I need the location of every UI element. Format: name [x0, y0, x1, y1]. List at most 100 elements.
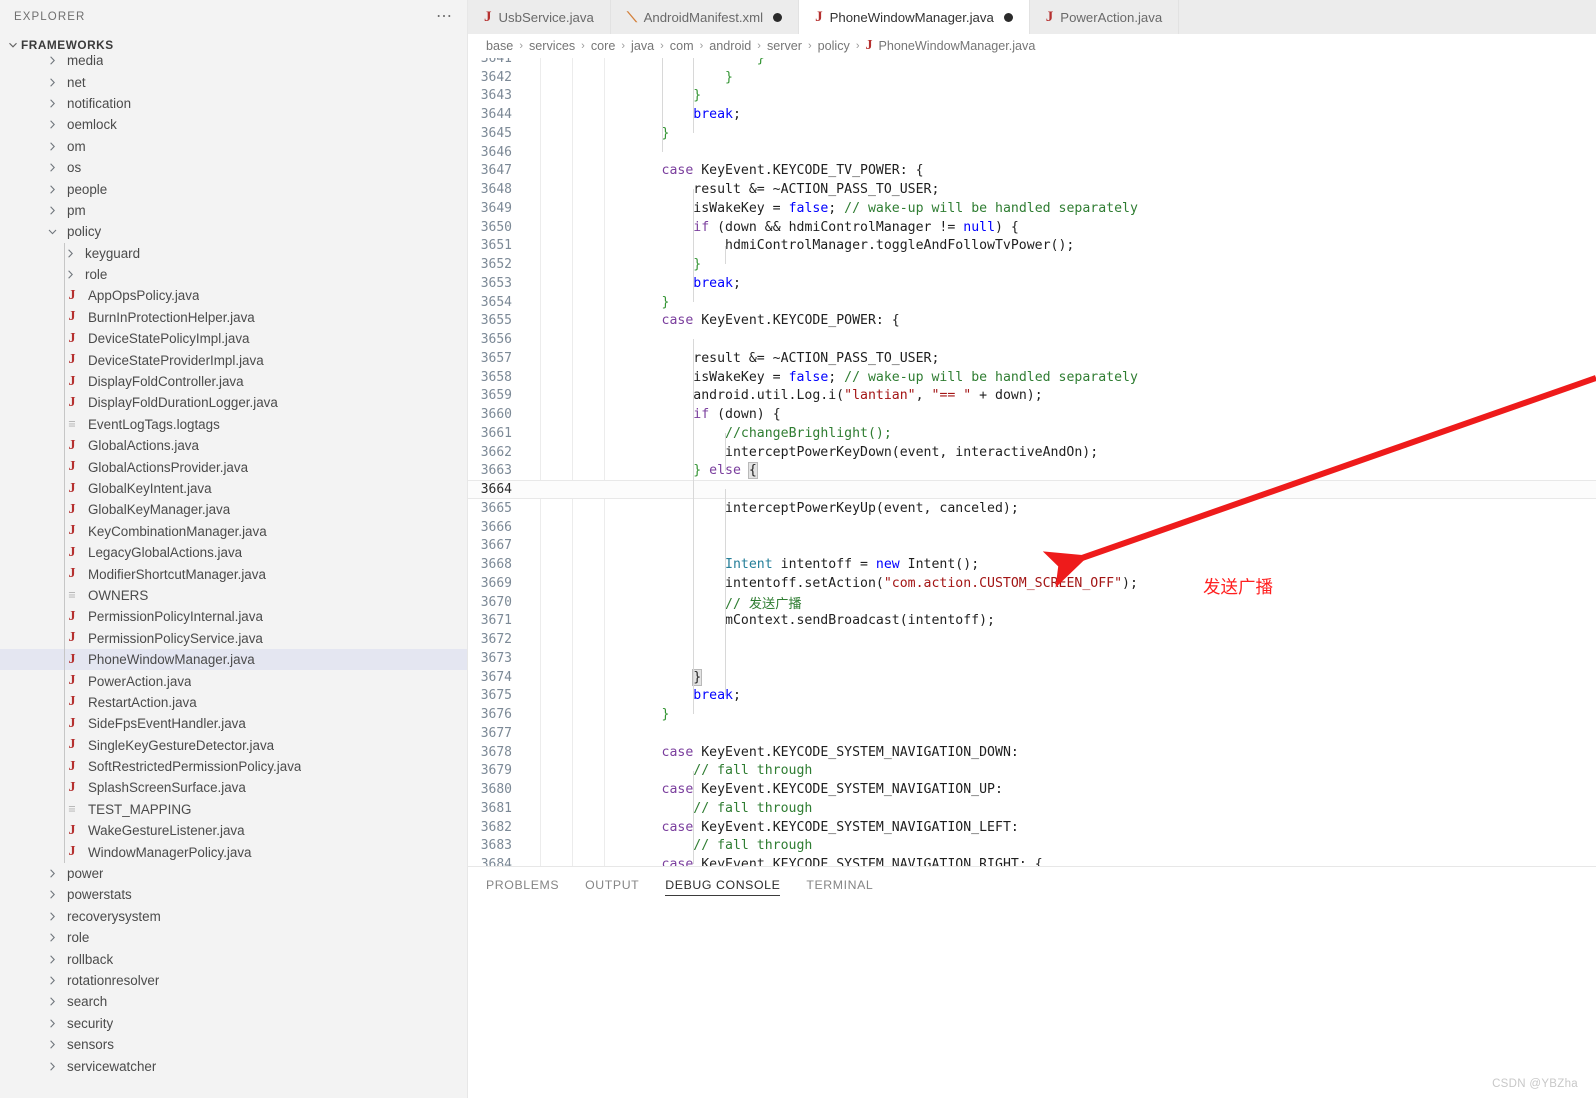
tree-file-DeviceStatePolicyImpl.java[interactable]: J DeviceStatePolicyImpl.java	[0, 328, 467, 349]
breadcrumb-file[interactable]: J PhoneWindowManager.java	[866, 38, 1036, 54]
breadcrumb-item-android[interactable]: android	[709, 39, 751, 53]
code-line-3676[interactable]: 3676 }	[468, 705, 1596, 724]
code-line-3669[interactable]: 3669 intentoff.setAction("com.action.CUS…	[468, 574, 1596, 593]
code-line-3644[interactable]: 3644 break;	[468, 105, 1596, 124]
unsaved-indicator-icon[interactable]	[1003, 12, 1013, 22]
code-line-3659[interactable]: 3659 android.util.Log.i("lantian", "== "…	[468, 387, 1596, 406]
code-line-3661[interactable]: 3661 //changeBrighlight();	[468, 424, 1596, 443]
panel-tab-debug-console[interactable]: DEBUG CONSOLE	[665, 867, 781, 903]
tree-folder-power[interactable]: power	[0, 863, 467, 884]
code-line-3683[interactable]: 3683 // fall through	[468, 837, 1596, 856]
code-line-3650[interactable]: 3650 if (down && hdmiControlManager != n…	[468, 218, 1596, 237]
panel-tab-terminal[interactable]: TERMINAL	[806, 867, 873, 903]
tree-folder-oemlock[interactable]: oemlock	[0, 114, 467, 135]
tree-file-TEST_MAPPING[interactable]: ≡ TEST_MAPPING	[0, 799, 467, 820]
code-line-3652[interactable]: 3652 }	[468, 255, 1596, 274]
code-line-3662[interactable]: 3662 interceptPowerKeyDown(event, intera…	[468, 443, 1596, 462]
code-line-3646[interactable]: 3646	[468, 143, 1596, 162]
code-line-3668[interactable]: 3668 Intent intentoff = new Intent();	[468, 555, 1596, 574]
tree-folder-role[interactable]: role	[0, 927, 467, 948]
editor-tab-PowerAction.java[interactable]: J PowerAction.java	[1029, 0, 1180, 34]
code-line-3671[interactable]: 3671 mContext.sendBroadcast(intentoff);	[468, 612, 1596, 631]
tree-folder-om[interactable]: om	[0, 136, 467, 157]
panel-tab-output[interactable]: OUTPUT	[585, 867, 639, 903]
code-line-3643[interactable]: 3643 }	[468, 87, 1596, 106]
tree-folder-keyguard[interactable]: keyguard	[0, 243, 467, 264]
tree-folder-notification[interactable]: notification	[0, 93, 467, 114]
code-line-3654[interactable]: 3654 }	[468, 293, 1596, 312]
code-line-3682[interactable]: 3682 case KeyEvent.KEYCODE_SYSTEM_NAVIGA…	[468, 818, 1596, 837]
tree-file-RestartAction.java[interactable]: J RestartAction.java	[0, 692, 467, 713]
tree-folder-servicewatcher[interactable]: servicewatcher	[0, 1055, 467, 1076]
tree-file-GlobalKeyIntent.java[interactable]: J GlobalKeyIntent.java	[0, 478, 467, 499]
tree-file-AppOpsPolicy.java[interactable]: J AppOpsPolicy.java	[0, 285, 467, 306]
file-tree[interactable]: media net notification oemlock om os people pm p…	[0, 50, 467, 1077]
code-line-3642[interactable]: 3642 }	[468, 68, 1596, 87]
tree-folder-net[interactable]: net	[0, 71, 467, 92]
code-line-3656[interactable]: 3656	[468, 330, 1596, 349]
breadcrumb-item-base[interactable]: base	[486, 39, 513, 53]
tree-folder-rotationresolver[interactable]: rotationresolver	[0, 970, 467, 991]
unsaved-indicator-icon[interactable]	[773, 12, 783, 22]
tree-file-PermissionPolicyService.java[interactable]: J PermissionPolicyService.java	[0, 628, 467, 649]
tree-file-GlobalKeyManager.java[interactable]: J GlobalKeyManager.java	[0, 499, 467, 520]
tree-file-SoftRestrictedPermissionPolicy.java[interactable]: J SoftRestrictedPermissionPolicy.java	[0, 756, 467, 777]
editor-tab-PhoneWindowManager.java[interactable]: J PhoneWindowManager.java	[799, 0, 1030, 34]
code-line-3677[interactable]: 3677	[468, 724, 1596, 743]
code-line-3657[interactable]: 3657 result &= ~ACTION_PASS_TO_USER;	[468, 349, 1596, 368]
code-line-3655[interactable]: 3655 case KeyEvent.KEYCODE_POWER: {	[468, 312, 1596, 331]
tree-file-WakeGestureListener.java[interactable]: J WakeGestureListener.java	[0, 820, 467, 841]
code-line-3651[interactable]: 3651 hdmiControlManager.toggleAndFollowT…	[468, 237, 1596, 256]
tree-folder-rollback[interactable]: rollback	[0, 948, 467, 969]
code-line-3665[interactable]: 3665 interceptPowerKeyUp(event, canceled…	[468, 499, 1596, 518]
tree-folder-sensors[interactable]: sensors	[0, 1034, 467, 1055]
tree-file-PermissionPolicyInternal.java[interactable]: J PermissionPolicyInternal.java	[0, 606, 467, 627]
panel-tab-problems[interactable]: PROBLEMS	[486, 867, 559, 903]
tree-file-BurnInProtectionHelper.java[interactable]: J BurnInProtectionHelper.java	[0, 307, 467, 328]
code-line-3674[interactable]: 3674 }	[468, 668, 1596, 687]
tree-folder-security[interactable]: security	[0, 1013, 467, 1034]
code-line-3672[interactable]: 3672	[468, 630, 1596, 649]
code-line-3645[interactable]: 3645 }	[468, 124, 1596, 143]
code-line-3663[interactable]: 3663 } else {	[468, 462, 1596, 481]
code-line-3647[interactable]: 3647 case KeyEvent.KEYCODE_TV_POWER: {	[468, 162, 1596, 181]
tree-file-GlobalActionsProvider.java[interactable]: J GlobalActionsProvider.java	[0, 456, 467, 477]
code-line-3678[interactable]: 3678 case KeyEvent.KEYCODE_SYSTEM_NAVIGA…	[468, 743, 1596, 762]
tree-file-SideFpsEventHandler.java[interactable]: J SideFpsEventHandler.java	[0, 713, 467, 734]
tree-file-DeviceStateProviderImpl.java[interactable]: J DeviceStateProviderImpl.java	[0, 349, 467, 370]
tree-folder-role[interactable]: role	[0, 264, 467, 285]
tree-file-SplashScreenSurface.java[interactable]: J SplashScreenSurface.java	[0, 777, 467, 798]
ellipsis-icon[interactable]: ⋯	[436, 9, 453, 25]
code-line-3670[interactable]: 3670 // 发送广播	[468, 593, 1596, 612]
code-editor[interactable]: 3641 } 3642 } 3643 } 3644 break; 3645 } 3646 3…	[468, 58, 1596, 866]
code-line-3666[interactable]: 3666	[468, 518, 1596, 537]
tree-folder-os[interactable]: os	[0, 157, 467, 178]
code-line-3675[interactable]: 3675 break;	[468, 687, 1596, 706]
tree-file-GlobalActions.java[interactable]: J GlobalActions.java	[0, 435, 467, 456]
breadcrumb-item-server[interactable]: server	[767, 39, 802, 53]
tree-file-KeyCombinationManager.java[interactable]: J KeyCombinationManager.java	[0, 521, 467, 542]
code-line-3680[interactable]: 3680 case KeyEvent.KEYCODE_SYSTEM_NAVIGA…	[468, 780, 1596, 799]
breadcrumb-item-policy[interactable]: policy	[818, 39, 850, 53]
code-line-3653[interactable]: 3653 break;	[468, 274, 1596, 293]
code-line-3684[interactable]: 3684 case KeyEvent.KEYCODE_SYSTEM_NAVIGA…	[468, 855, 1596, 866]
editor-tab-UsbService.java[interactable]: J UsbService.java	[468, 0, 611, 34]
editor-tab-AndroidManifest.xml[interactable]: ⟋ AndroidManifest.xml	[610, 0, 800, 34]
code-line-3641[interactable]: 3641 }	[468, 58, 1596, 68]
code-line-3660[interactable]: 3660 if (down) {	[468, 405, 1596, 424]
code-line-3658[interactable]: 3658 isWakeKey = false; // wake-up will …	[468, 368, 1596, 387]
code-line-3649[interactable]: 3649 isWakeKey = false; // wake-up will …	[468, 199, 1596, 218]
code-line-3664[interactable]: 3664	[468, 480, 1596, 499]
code-content[interactable]: 3641 } 3642 } 3643 } 3644 break; 3645 } 3646 3…	[468, 58, 1596, 866]
tree-file-SingleKeyGestureDetector.java[interactable]: J SingleKeyGestureDetector.java	[0, 735, 467, 756]
tree-file-PhoneWindowManager.java[interactable]: J PhoneWindowManager.java	[0, 648, 467, 671]
tree-folder-powerstats[interactable]: powerstats	[0, 884, 467, 905]
code-line-3667[interactable]: 3667	[468, 537, 1596, 556]
breadcrumb-item-java[interactable]: java	[631, 39, 654, 53]
breadcrumb-item-com[interactable]: com	[670, 39, 694, 53]
tree-folder-recoverysystem[interactable]: recoverysystem	[0, 906, 467, 927]
code-line-3681[interactable]: 3681 // fall through	[468, 799, 1596, 818]
tree-file-ModifierShortcutManager.java[interactable]: J ModifierShortcutManager.java	[0, 563, 467, 584]
tree-folder-search[interactable]: search	[0, 991, 467, 1012]
code-line-3648[interactable]: 3648 result &= ~ACTION_PASS_TO_USER;	[468, 180, 1596, 199]
